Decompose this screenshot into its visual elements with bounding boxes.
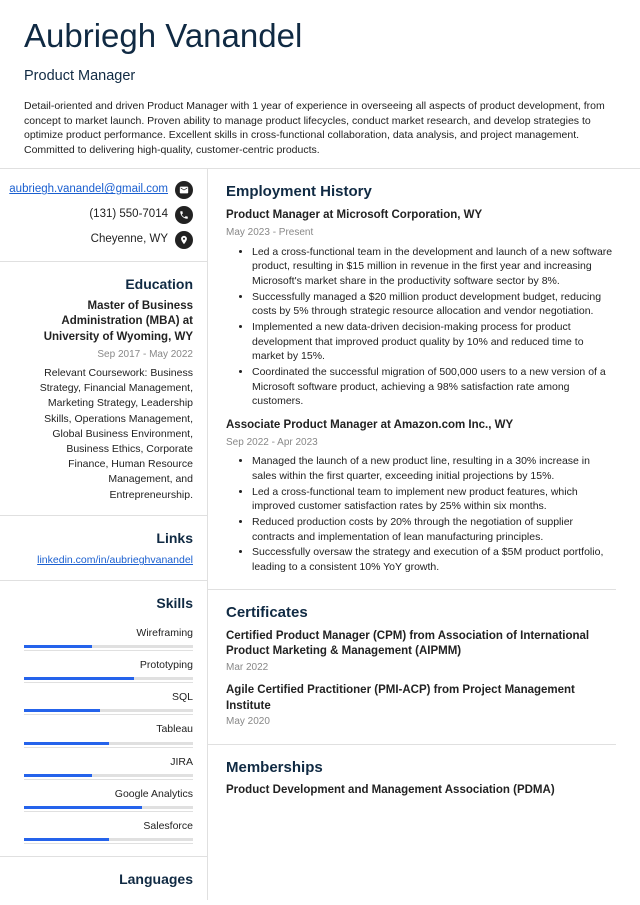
certificates-block: Certificates Certified Product Manager (… <box>226 602 616 730</box>
sidebar-divider <box>0 856 207 857</box>
linkedin-link[interactable]: linkedin.com/in/aubrieghvanandel <box>37 554 193 566</box>
education-heading: Education <box>24 274 193 294</box>
job-bullet: Coordinated the successful migration of … <box>252 365 616 409</box>
job-bullet: Managed the launch of a new product line… <box>252 454 616 483</box>
skill-name: Tableau <box>24 722 193 737</box>
job-bullet: Implemented a new data-driven decision-m… <box>252 320 616 364</box>
email-icon <box>175 181 193 199</box>
job-title: Product Manager <box>24 66 616 87</box>
job-entry: Associate Product Manager at Amazon.com … <box>226 417 616 575</box>
location-icon <box>175 231 193 249</box>
skill-fill <box>24 742 109 745</box>
job-dates: Sep 2022 - Apr 2023 <box>226 436 616 451</box>
skill-name: Prototyping <box>24 658 193 673</box>
certificate-date: May 2020 <box>226 715 616 730</box>
skill-fill <box>24 645 92 648</box>
memberships-block: Memberships Product Development and Mana… <box>226 757 616 799</box>
job-bullet: Led a cross-functional team to implement… <box>252 485 616 514</box>
skill-bar <box>24 677 193 680</box>
skill-fill <box>24 806 142 809</box>
skill-name: JIRA <box>24 755 193 770</box>
job-position: Associate Product Manager at Amazon.com … <box>226 417 616 434</box>
job-dates: May 2023 - Present <box>226 226 616 241</box>
memberships-heading: Memberships <box>226 757 616 779</box>
person-name: Aubriegh Vanandel <box>24 12 616 60</box>
languages-block: Languages <box>24 869 193 889</box>
phone-icon <box>175 206 193 224</box>
phone-text: (131) 550-7014 <box>89 206 168 223</box>
job-position: Product Manager at Microsoft Corporation… <box>226 207 616 224</box>
skill-bar <box>24 742 193 745</box>
skill-bar <box>24 709 193 712</box>
job-bullets: Managed the launch of a new product line… <box>226 454 616 575</box>
skill-name: Google Analytics <box>24 787 193 802</box>
skill-fill <box>24 838 109 841</box>
skill-bar <box>24 774 193 777</box>
email-link[interactable]: aubriegh.vanandel@gmail.com <box>9 181 168 198</box>
skills-list: Wireframing Prototyping SQL Tableau JIRA Goog… <box>24 619 193 845</box>
skill-name: Salesforce <box>24 819 193 834</box>
links-block: Links linkedin.com/in/aubrieghvanandel <box>24 528 193 569</box>
linkedin-row: linkedin.com/in/aubrieghvanandel <box>24 553 193 568</box>
sidebar-divider <box>0 580 207 581</box>
job-entry: Product Manager at Microsoft Corporation… <box>226 207 616 409</box>
employment-heading: Employment History <box>226 181 616 203</box>
job-bullet: Led a cross-functional team in the devel… <box>252 245 616 289</box>
skill-row: Google Analytics <box>24 780 193 812</box>
skill-fill <box>24 709 100 712</box>
skill-row: JIRA <box>24 748 193 780</box>
job-bullet: Successfully oversaw the strategy and ex… <box>252 545 616 574</box>
certs-list: Certified Product Manager (CPM) from Ass… <box>226 629 616 730</box>
skill-name: SQL <box>24 690 193 705</box>
skill-bar <box>24 806 193 809</box>
education-coursework: Relevant Coursework: Business Strategy, … <box>24 366 193 503</box>
job-bullet: Successfully managed a $20 million produ… <box>252 290 616 319</box>
skill-name: Wireframing <box>24 626 193 641</box>
main-divider <box>208 744 616 745</box>
education-block: Education Master of Business Administrat… <box>24 274 193 503</box>
job-bullet: Reduced production costs by 20% through … <box>252 515 616 544</box>
resume-page: Aubriegh Vanandel Product Manager Detail… <box>0 0 640 900</box>
contact-email-row: aubriegh.vanandel@gmail.com <box>24 181 193 199</box>
jobs-list: Product Manager at Microsoft Corporation… <box>226 207 616 574</box>
languages-heading: Languages <box>24 869 193 889</box>
main-divider <box>208 589 616 590</box>
skills-heading: Skills <box>24 593 193 613</box>
contact-block: aubriegh.vanandel@gmail.com (131) 550-70… <box>24 181 193 249</box>
skill-row: Tableau <box>24 715 193 747</box>
links-heading: Links <box>24 528 193 548</box>
skills-block: Skills Wireframing Prototyping SQL Tableau J… <box>24 593 193 844</box>
summary-text: Detail-oriented and driven Product Manag… <box>24 99 616 158</box>
sidebar: aubriegh.vanandel@gmail.com (131) 550-70… <box>24 169 208 900</box>
memberships-list: Product Development and Management Assoc… <box>226 783 616 799</box>
skill-bar <box>24 645 193 648</box>
certificate-date: Mar 2022 <box>226 661 616 676</box>
education-dates: Sep 2017 - May 2022 <box>24 348 193 363</box>
education-degree: Master of Business Administration (MBA) … <box>24 299 193 346</box>
skill-row: Salesforce <box>24 812 193 844</box>
job-bullets: Led a cross-functional team in the devel… <box>226 245 616 410</box>
columns: aubriegh.vanandel@gmail.com (131) 550-70… <box>24 169 616 900</box>
employment-block: Employment History Product Manager at Mi… <box>226 181 616 575</box>
location-text: Cheyenne, WY <box>91 231 168 248</box>
contact-phone-row: (131) 550-7014 <box>24 206 193 224</box>
sidebar-divider <box>0 261 207 262</box>
skill-row: Prototyping <box>24 651 193 683</box>
skill-fill <box>24 774 92 777</box>
skill-fill <box>24 677 134 680</box>
certificate-name: Certified Product Manager (CPM) from Ass… <box>226 629 616 660</box>
main-column: Employment History Product Manager at Mi… <box>208 169 616 900</box>
skill-row: SQL <box>24 683 193 715</box>
skill-bar <box>24 838 193 841</box>
contact-location-row: Cheyenne, WY <box>24 231 193 249</box>
certificates-heading: Certificates <box>226 602 616 624</box>
certificate-name: Agile Certified Practitioner (PMI-ACP) f… <box>226 683 616 714</box>
membership-name: Product Development and Management Assoc… <box>226 783 616 799</box>
skill-row: Wireframing <box>24 619 193 651</box>
sidebar-divider <box>0 515 207 516</box>
